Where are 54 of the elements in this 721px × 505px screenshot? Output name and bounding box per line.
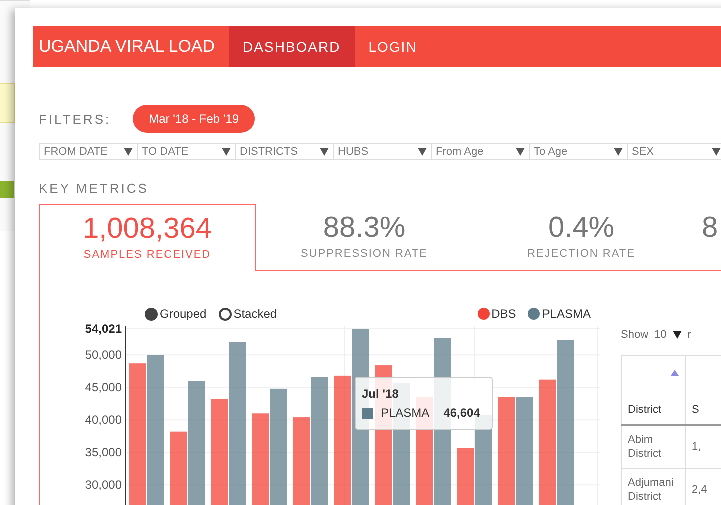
metric-label: SAMPLES RECEIVED [84,249,212,261]
table-cell: Abim District [622,425,686,468]
axis-label: 40,000 [85,413,122,428]
section-title: KEY METRICS [39,181,150,196]
radio-option[interactable]: Stacked [218,306,278,322]
table-cell: Adjumani District [622,468,686,505]
date-range-button[interactable]: Mar '18 - Feb '19 [133,105,256,133]
filter-dropdown[interactable]: FROM DATE [39,143,137,160]
filters-label: FILTERS: [39,112,112,126]
records-label: r [688,329,692,341]
caret-icon [320,148,329,156]
sort-icon [671,370,679,376]
page-size-select[interactable]: 10 [654,329,667,341]
column-header[interactable]: S [686,356,721,425]
axis-label: 45,000 [85,380,122,395]
axis-label: 35,000 [85,446,122,460]
metric-label: REJECTION RATE [528,248,636,260]
filter-dropdown[interactable]: TO DATE [137,143,235,160]
series-swatch-icon [362,408,373,418]
metric-tab[interactable]: 88.3% SUPPRESSION RATE [256,204,473,271]
caret-icon [712,148,721,156]
metric-tab[interactable]: 0.4% REJECTION RATE [473,204,690,271]
caret-icon [614,148,623,156]
caret-icon [222,148,231,156]
radio-option[interactable]: Grouped [145,306,207,322]
filter-dropdown[interactable]: SEX [627,143,721,160]
tooltip-title: Jul '18 [362,387,400,401]
metric-label: SUPPRESSION RATE [300,248,428,260]
caret-icon [124,148,133,156]
caret-icon [672,331,682,339]
column-header[interactable]: District [622,356,686,425]
show-label: Show [621,329,649,341]
metric-tab[interactable]: 8 [690,204,721,271]
caret-icon [516,148,525,156]
axis-label: 30,000 [85,478,122,492]
caret-icon [418,148,427,156]
filter-dropdown[interactable]: HUBS [333,143,431,160]
metric-value: 0.4% [548,212,615,245]
nav-tab[interactable]: DASHBOARD [229,26,355,67]
filter-dropdown[interactable]: DISTRICTS [235,143,333,160]
metric-tab[interactable]: 1,008,364 SAMPLES RECEIVED [39,204,256,271]
filter-dropdown[interactable]: To Age [529,143,627,160]
axis-label: 54,021 [85,322,122,336]
legend-item[interactable]: PLASMA [528,306,591,322]
tooltip-value: 46,604 [444,406,480,420]
tooltip-series: PLASMA [381,406,430,420]
nav-tab[interactable]: LOGIN [354,26,432,67]
filter-dropdown[interactable]: From Age [431,143,529,160]
app-title: UGANDA VIRAL LOAD [38,36,216,58]
legend-item[interactable]: DBS [478,306,516,322]
metric-value: 8 [702,212,718,245]
metric-value: 88.3% [323,212,406,245]
metric-value: 1,008,364 [82,213,212,246]
axis-label: 50,000 [85,348,122,362]
